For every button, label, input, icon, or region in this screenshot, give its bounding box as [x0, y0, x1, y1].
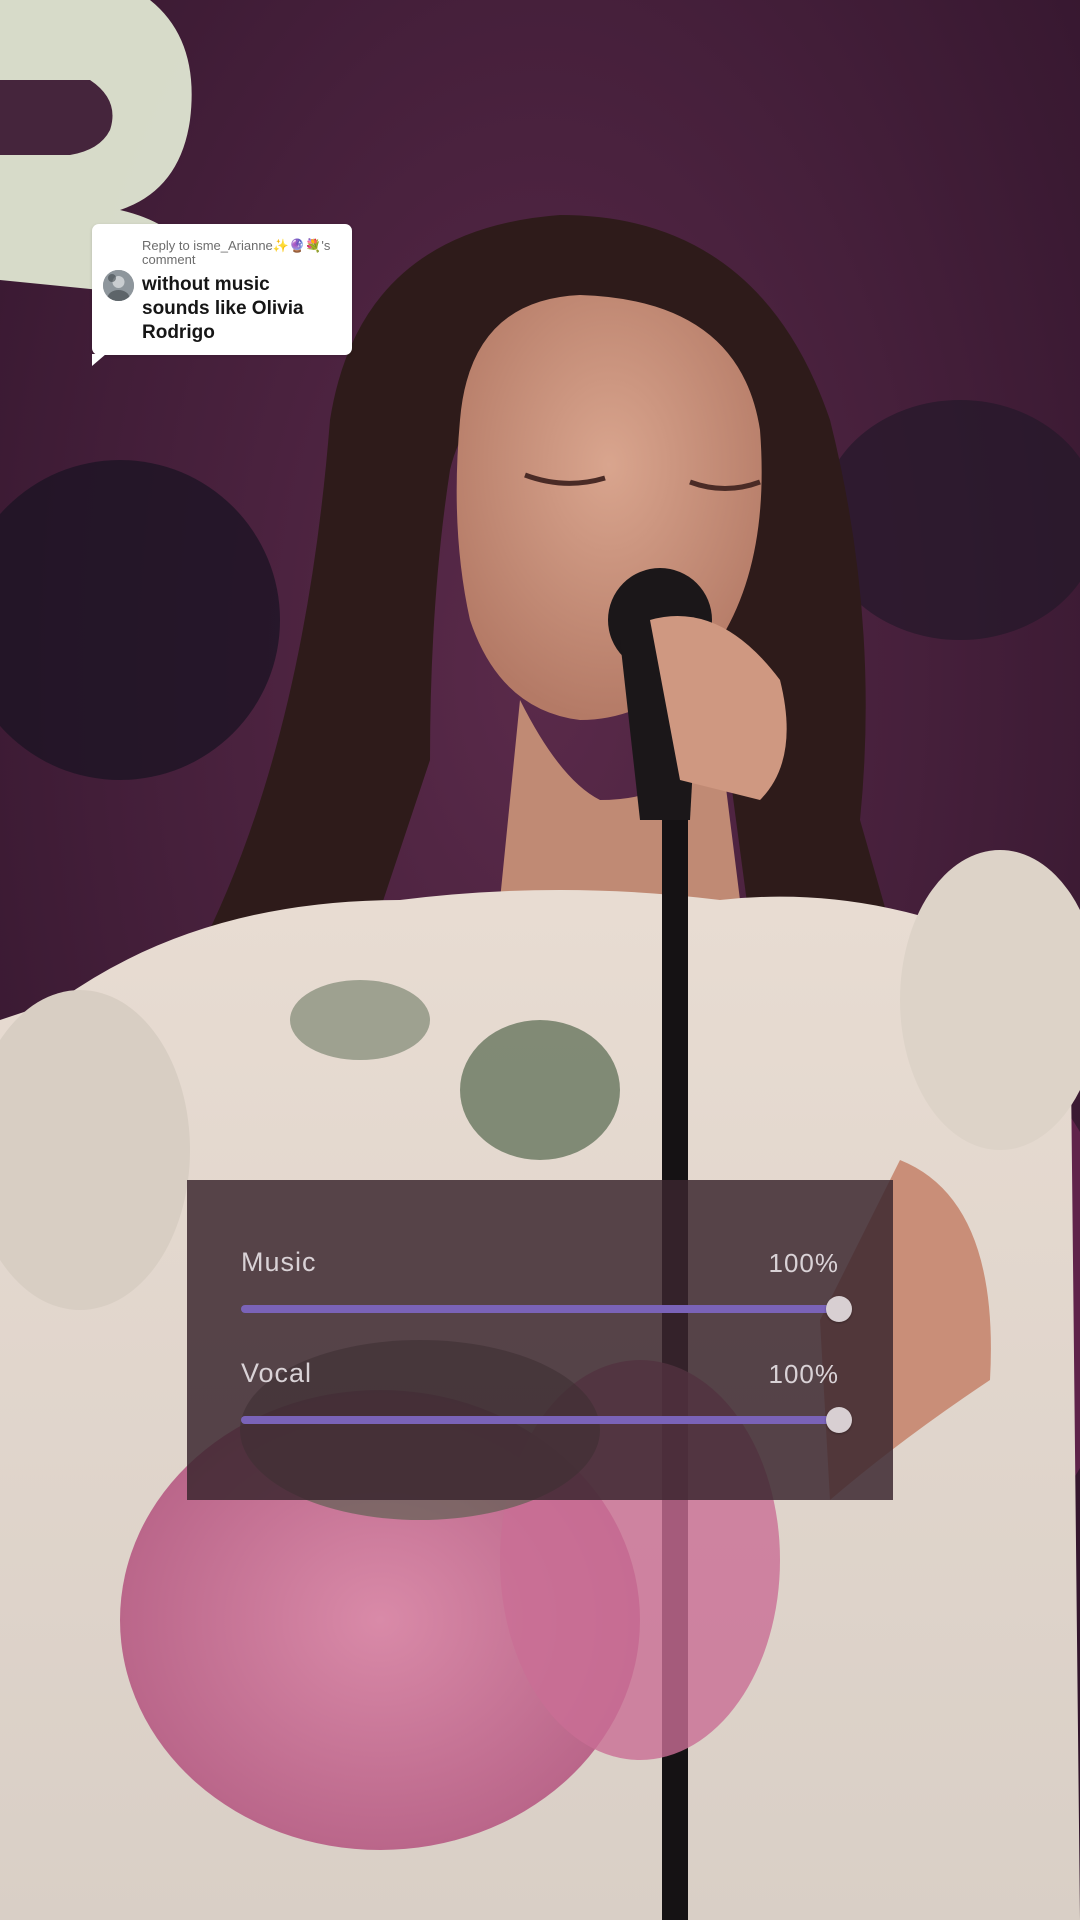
reply-comment-sticker[interactable]: Reply to isme_Arianne✨🔮💐's comment witho…	[92, 224, 352, 366]
audio-mix-panel: Music 100% Vocal 100%	[187, 1180, 893, 1500]
vocal-label: Vocal	[241, 1358, 313, 1388]
vocal-slider-fill	[241, 1416, 839, 1424]
vocal-value: 100%	[768, 1359, 839, 1389]
music-slider[interactable]	[241, 1296, 852, 1322]
music-slider-thumb[interactable]	[826, 1296, 852, 1322]
reply-comment-text: without music sounds like Olivia Rodrigo	[142, 274, 304, 343]
music-slider-fill	[241, 1305, 839, 1313]
vocal-slider[interactable]	[241, 1407, 852, 1433]
music-label: Music	[241, 1247, 317, 1277]
vocal-slider-thumb[interactable]	[826, 1407, 852, 1433]
music-value: 100%	[768, 1248, 839, 1278]
avatar-image	[103, 270, 134, 301]
commenter-avatar	[103, 270, 134, 301]
reply-header: Reply to isme_Arianne✨🔮💐's comment	[142, 238, 331, 267]
video-player[interactable]: Reply to isme_Arianne✨🔮💐's comment witho…	[0, 0, 1080, 1920]
